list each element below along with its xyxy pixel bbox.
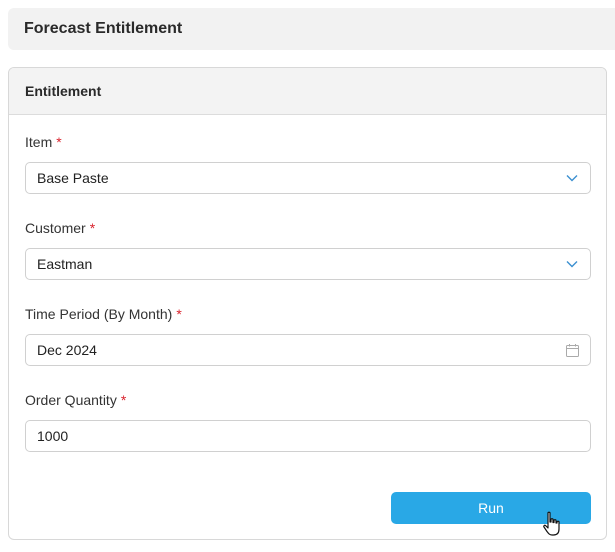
order-quantity-label: Order Quantity * <box>25 392 127 408</box>
required-marker: * <box>176 306 182 322</box>
entitlement-card: Entitlement Item * Base Paste Customer * E… <box>8 67 607 540</box>
required-marker: * <box>56 134 62 150</box>
customer-select[interactable]: Eastman <box>25 248 591 280</box>
card-title: Entitlement <box>25 83 102 99</box>
customer-field: Customer * Eastman <box>25 218 591 280</box>
calendar-icon[interactable] <box>565 343 579 357</box>
item-label: Item * <box>25 134 62 150</box>
required-marker: * <box>120 392 127 408</box>
chevron-down-icon <box>565 171 579 185</box>
item-select[interactable]: Base Paste <box>25 162 591 194</box>
page-title: Forecast Entitlement <box>24 20 183 37</box>
customer-label: Customer * <box>25 220 96 236</box>
item-select-value: Base Paste <box>37 170 109 186</box>
order-quantity-input[interactable]: 1000 <box>25 420 591 452</box>
time-period-label: Time Period (By Month) * <box>25 306 182 322</box>
order-quantity-value: 1000 <box>37 428 69 444</box>
card-header: Entitlement <box>9 68 606 115</box>
item-field: Item * Base Paste <box>25 132 591 194</box>
time-period-picker[interactable]: Dec 2024 <box>25 334 591 366</box>
customer-select-value: Eastman <box>37 256 93 272</box>
chevron-down-icon <box>565 257 579 271</box>
time-period-field: Time Period (By Month) * Dec 2024 <box>25 304 591 366</box>
order-quantity-field: Order Quantity * 1000 <box>25 390 591 452</box>
required-marker: * <box>89 220 96 236</box>
page-header: Forecast Entitlement <box>8 8 615 50</box>
time-period-value: Dec 2024 <box>37 342 97 358</box>
hand-pointer-cursor-icon <box>543 511 560 536</box>
